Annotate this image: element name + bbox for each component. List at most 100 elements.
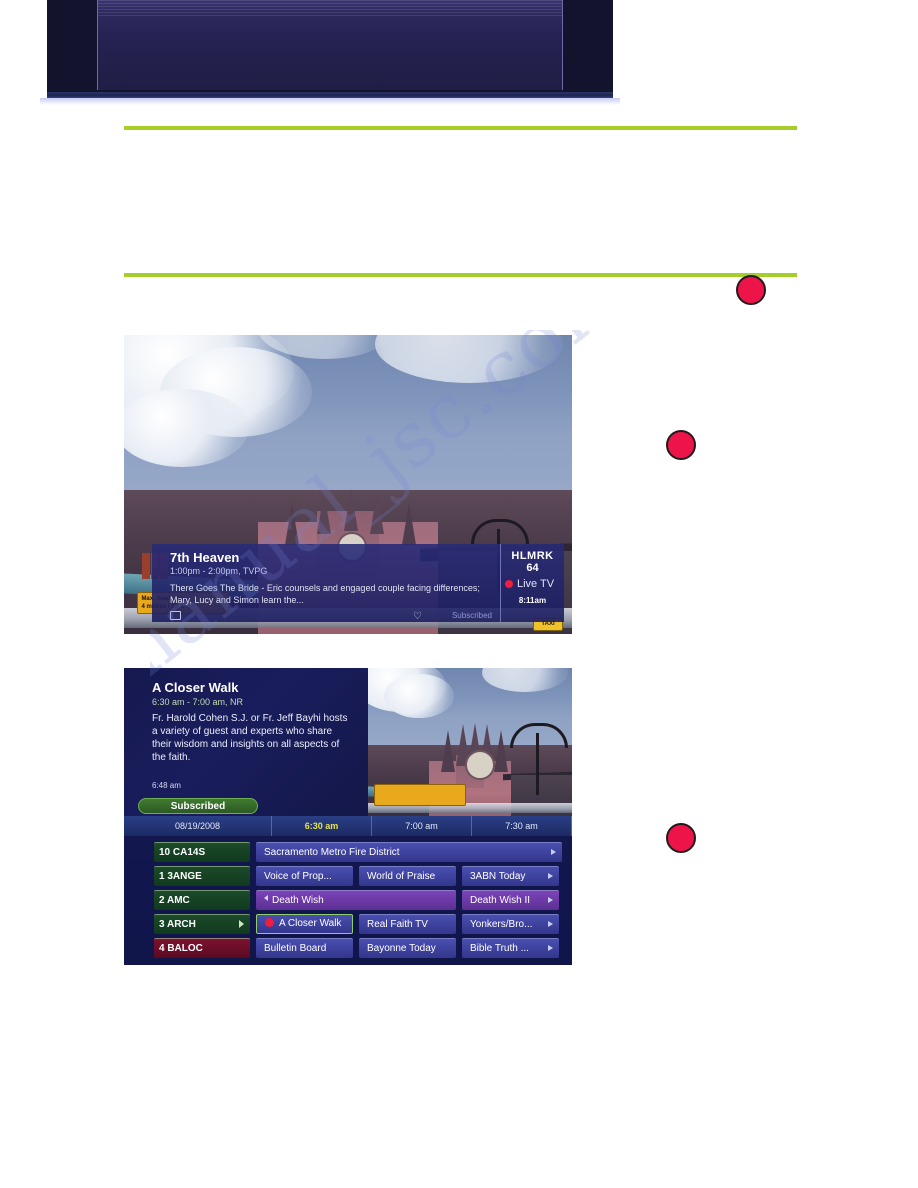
program-title: Sacramento Metro Fire District: [264, 847, 400, 858]
figure-guide-grid: A Closer Walk 6:30 am - 7:00 am, NR Fr. …: [124, 668, 572, 965]
program-time: 6:30 am - 7:00 am, NR: [152, 697, 244, 707]
program-title: Voice of Prop...: [264, 871, 332, 882]
program-time: 1:00pm - 2:00pm, TVPG: [170, 566, 268, 576]
subscribed-label: Subscribed: [451, 611, 492, 620]
guide-grid: 10 CA14S Sacramento Metro Fire District 1 …: [124, 836, 572, 965]
info-banner-right: HLMRK 64 Live TV 8:11am: [500, 544, 564, 622]
program-title: A Closer Walk: [152, 680, 239, 695]
chevron-right-icon: [548, 921, 553, 927]
spire: [343, 488, 358, 531]
program-cell[interactable]: Bayonne Today: [359, 938, 456, 958]
program-title: 7th Heaven: [170, 550, 240, 565]
chimney: [141, 553, 150, 580]
document-header-banner: [47, 0, 613, 92]
program-description: There Goes The Bride - Eric counsels and…: [170, 583, 480, 605]
program-cell[interactable]: Yonkers/Bro...: [462, 914, 559, 934]
program-title: Yonkers/Bro...: [470, 919, 533, 930]
chevron-right-icon: [548, 897, 553, 903]
guide-row: 3 ARCH A Closer Walk Real Faith TV Yonkers/…: [124, 914, 572, 934]
guide-row: 10 CA14S Sacramento Metro Fire District: [124, 842, 572, 862]
program-title: Bulletin Board: [264, 943, 327, 954]
program-title: Bayonne Today: [367, 943, 436, 954]
chevron-right-icon: [551, 849, 556, 855]
program-cell[interactable]: A Closer Walk: [256, 914, 353, 934]
chevron-right-icon: [548, 945, 553, 951]
street-lamp: [510, 722, 569, 795]
banner-glow: [40, 98, 620, 105]
spire: [316, 491, 331, 534]
chevron-left-icon: [264, 895, 268, 901]
figure-live-tv-info-banner: Max. headroom 4 metres / 13' 1" TAXI 7th…: [124, 335, 572, 634]
program-description: Fr. Harold Cohen S.J. or Fr. Jeff Bayhi …: [152, 713, 348, 763]
channel-number: 64: [526, 562, 539, 574]
info-banner-footer: ♡ Subscribed: [170, 607, 494, 622]
heart-icon[interactable]: ♡: [413, 611, 422, 622]
program-cell[interactable]: Voice of Prop...: [256, 866, 353, 886]
channel-cell[interactable]: 1 3ANGE: [154, 866, 250, 886]
program-title: 3ABN Today: [470, 871, 526, 882]
spire: [401, 503, 416, 546]
info-banner-left: 7th Heaven 1:00pm - 2:00pm, TVPG There G…: [152, 544, 500, 622]
channel-label: 2 AMC: [159, 895, 190, 906]
station-photo-thumbnail[interactable]: [368, 668, 572, 816]
callout-marker-3: [666, 823, 696, 853]
program-cell[interactable]: Death Wish: [256, 890, 456, 910]
channel-cell[interactable]: 3 ARCH: [154, 914, 250, 934]
cc-icon: [170, 611, 181, 620]
program-title: A Closer Walk: [279, 918, 342, 929]
program-cell[interactable]: World of Praise: [359, 866, 456, 886]
station-photo-scene: [368, 668, 572, 816]
guide-info-panel: A Closer Walk 6:30 am - 7:00 am, NR Fr. …: [124, 668, 368, 816]
program-cell[interactable]: Sacramento Metro Fire District: [256, 842, 562, 862]
program-cell[interactable]: 3ABN Today: [462, 866, 559, 886]
program-title: Bible Truth ...: [470, 943, 529, 954]
program-cell[interactable]: Bulletin Board: [256, 938, 353, 958]
chevron-right-icon: [548, 873, 553, 879]
spire: [370, 491, 385, 534]
station-building: [368, 722, 572, 816]
timeline-slot-3[interactable]: 7:30 am: [472, 816, 572, 836]
subscribed-badge[interactable]: Subscribed: [138, 798, 258, 814]
spire: [441, 729, 456, 772]
program-cell[interactable]: Death Wish II: [462, 890, 559, 910]
program-title: Real Faith TV: [367, 919, 428, 930]
channel-label: 1 3ANGE: [159, 871, 202, 882]
section-divider-top: [124, 126, 797, 130]
timeline-slot-1[interactable]: 6:30 am: [272, 816, 372, 836]
timeline-date: 08/19/2008: [124, 816, 272, 836]
record-dot-icon: [504, 580, 513, 588]
headroom-sign: [374, 784, 467, 807]
record-dot-icon: [265, 918, 274, 927]
callout-marker-1: [736, 275, 766, 305]
program-title: World of Praise: [367, 871, 436, 882]
program-title: Death Wish II: [470, 895, 531, 906]
spire: [285, 503, 300, 546]
info-banner: 7th Heaven 1:00pm - 2:00pm, TVPG There G…: [152, 544, 564, 622]
cloud: [384, 673, 454, 719]
channel-cell[interactable]: 4 BALOC: [154, 938, 250, 958]
channel-callsign: HLMRK: [511, 550, 554, 562]
guide-info-header: A Closer Walk 6:30 am - 7:00 am, NR Fr. …: [124, 668, 572, 816]
clock: 6:48 am: [152, 781, 181, 790]
program-cell[interactable]: Bible Truth ...: [462, 938, 559, 958]
channel-cell[interactable]: 10 CA14S: [154, 842, 250, 862]
channel-cell[interactable]: 2 AMC: [154, 890, 250, 910]
channel-label: 4 BALOC: [159, 943, 203, 954]
guide-row: 4 BALOC Bulletin Board Bayonne Today Bible …: [124, 938, 572, 958]
section-divider-middle: [124, 273, 797, 277]
channel-label: 10 CA14S: [159, 847, 206, 858]
banner-underline: [47, 92, 613, 98]
program-title: Death Wish: [272, 895, 324, 906]
clock: 8:11am: [518, 596, 547, 605]
guide-row: 1 3ANGE Voice of Prop... World of Praise 3A…: [124, 866, 572, 886]
live-tv-source[interactable]: Live TV: [503, 577, 562, 591]
channel-label: 3 ARCH: [159, 919, 196, 930]
spire: [494, 729, 509, 772]
cloud: [124, 388, 250, 467]
live-tv-label: Live TV: [516, 578, 555, 590]
program-cell[interactable]: Real Faith TV: [359, 914, 456, 934]
timeline-slot-2[interactable]: 7:00 am: [372, 816, 472, 836]
guide-timeline: 08/19/2008 6:30 am 7:00 am 7:30 am: [124, 816, 572, 836]
banner-inner-panel: [97, 0, 563, 90]
callout-marker-2: [666, 430, 696, 460]
